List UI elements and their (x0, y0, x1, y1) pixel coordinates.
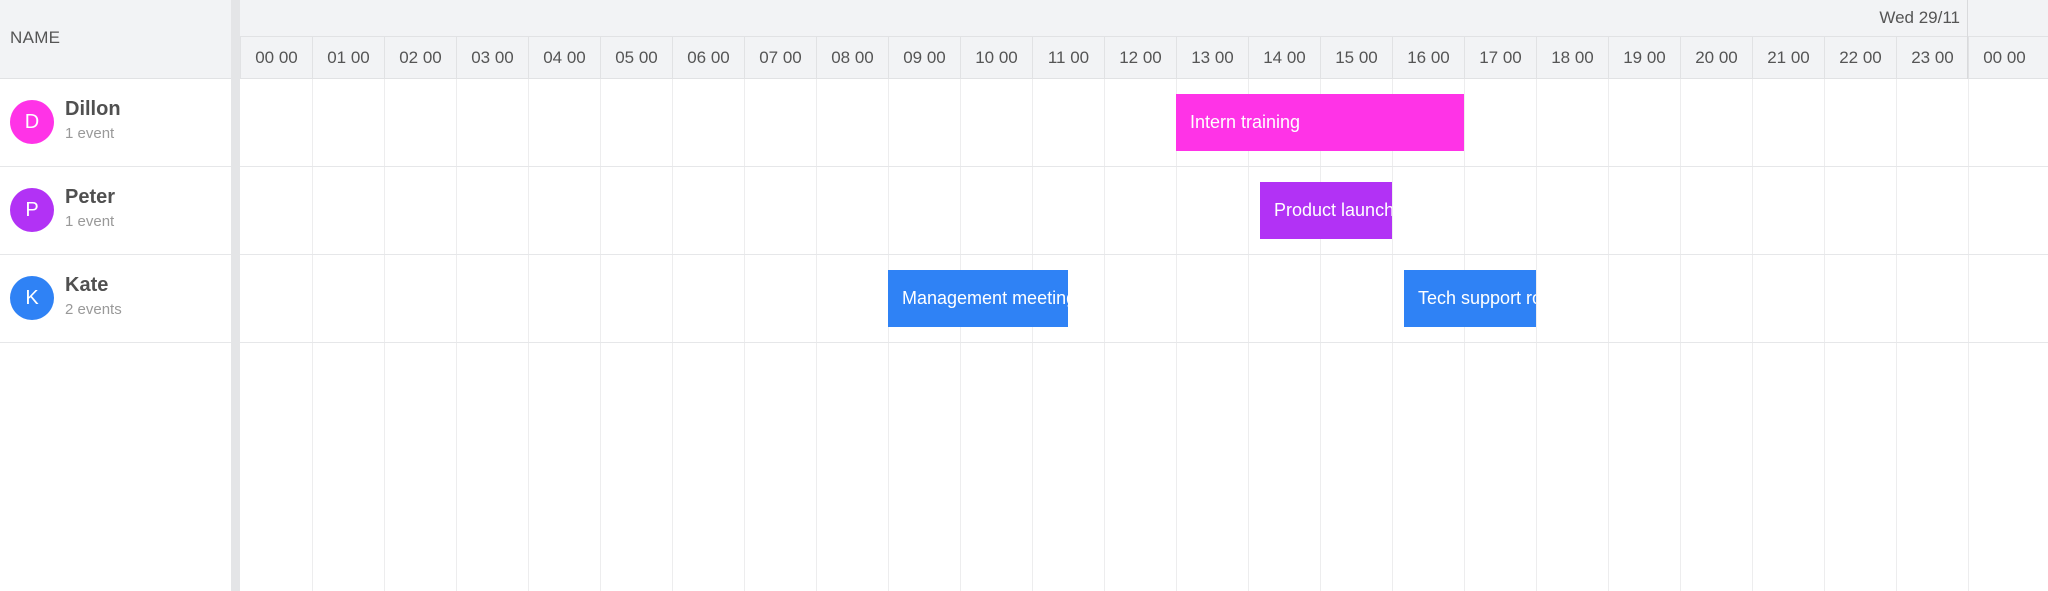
resource-column-header: NAME (0, 0, 231, 79)
hour-header-cell: 12 00 (1104, 37, 1176, 79)
hour-header-cell: 06 00 (672, 37, 744, 79)
grid-row-line (240, 254, 2048, 255)
avatar: K (10, 276, 54, 320)
resource-row-peter[interactable]: P Peter 1 event (0, 167, 231, 255)
hour-header-cell: 08 00 (816, 37, 888, 79)
grid-row-line (240, 342, 2048, 343)
hour-header-cell: 07 00 (744, 37, 816, 79)
event-block[interactable]: Intern training (1176, 94, 1464, 151)
hour-header-cell: 03 00 (456, 37, 528, 79)
hour-header-cell: 23 00 (1896, 37, 1968, 79)
name-column-label: NAME (10, 28, 61, 47)
column-resize-handle[interactable] (231, 0, 240, 591)
grid-column-line (1464, 79, 1465, 591)
grid-column-line (672, 79, 673, 591)
hour-header-cell: 00 00 (1968, 37, 2040, 79)
hour-header-cell: 17 00 (1464, 37, 1536, 79)
resource-row-dillon[interactable]: D Dillon 1 event (0, 79, 231, 167)
grid-column-line (1176, 79, 1177, 591)
resource-name: Kate (65, 274, 109, 296)
resource-event-count: 1 event (65, 125, 115, 142)
hour-header-cell: 22 00 (1824, 37, 1896, 79)
grid-row-line (240, 166, 2048, 167)
hour-header-cell: 20 00 (1680, 37, 1752, 79)
avatar: P (10, 188, 54, 232)
grid-column-line (888, 79, 889, 591)
grid-column-line (1248, 79, 1249, 591)
hour-header-cell: 21 00 (1752, 37, 1824, 79)
grid-column-line (1680, 79, 1681, 591)
avatar: D (10, 100, 54, 144)
grid-column-line (744, 79, 745, 591)
event-block[interactable]: Management meeting (888, 270, 1068, 327)
timeline-header: Wed 29/11 00 00 01 00 02 00 03 00 04 00 05 00… (240, 0, 2048, 79)
grid-column-line (312, 79, 313, 591)
resource-panel: NAME D Dillon 1 event P Peter 1 event K … (0, 0, 231, 591)
hour-header-cell: 09 00 (888, 37, 960, 79)
hour-header-cell: 02 00 (384, 37, 456, 79)
day-header: Wed 29/11 (240, 0, 2048, 37)
resource-event-count: 1 event (65, 213, 115, 230)
hour-header-cell: 19 00 (1608, 37, 1680, 79)
grid-column-line (528, 79, 529, 591)
grid-column-line (384, 79, 385, 591)
grid-column-line (1032, 79, 1033, 591)
grid-column-line (600, 79, 601, 591)
grid-column-line (816, 79, 817, 591)
hour-header-cell: 11 00 (1032, 37, 1104, 79)
grid-column-line (1536, 79, 1537, 591)
hour-header-cell: 15 00 (1320, 37, 1392, 79)
grid-column-line (960, 79, 961, 591)
grid-column-line (1104, 79, 1105, 591)
hour-header-cell: 10 00 (960, 37, 1032, 79)
grid-column-line (1968, 79, 1969, 591)
grid-column-line (1320, 79, 1321, 591)
timeline-grid[interactable]: Wed 29/11 00 00 01 00 02 00 03 00 04 00 05 00… (240, 0, 2048, 591)
resource-row-kate[interactable]: K Kate 2 events (0, 255, 231, 343)
event-block[interactable]: Product launch (1260, 182, 1392, 239)
hour-header-cell: 13 00 (1176, 37, 1248, 79)
day-divider (1967, 0, 1968, 79)
hour-header-cell: 00 00 (240, 37, 312, 79)
grid-column-line (1392, 79, 1393, 591)
grid-column-line (1608, 79, 1609, 591)
event-block[interactable]: Tech support rotation (1404, 270, 1536, 327)
resource-name: Dillon (65, 98, 121, 120)
scheduler-timeline: NAME D Dillon 1 event P Peter 1 event K … (0, 0, 2048, 591)
grid-column-line (1896, 79, 1897, 591)
hour-header-cell: 05 00 (600, 37, 672, 79)
day-label: Wed 29/11 (1879, 8, 1960, 27)
grid-column-line (456, 79, 457, 591)
hour-header-cell: 18 00 (1536, 37, 1608, 79)
grid-column-line (1824, 79, 1825, 591)
hour-header-cell: 04 00 (528, 37, 600, 79)
grid-column-line (1752, 79, 1753, 591)
hour-header-cell: 16 00 (1392, 37, 1464, 79)
hour-header-cell: 01 00 (312, 37, 384, 79)
hour-header-cell: 14 00 (1248, 37, 1320, 79)
resource-name: Peter (65, 186, 116, 208)
resource-event-count: 2 events (65, 301, 122, 318)
